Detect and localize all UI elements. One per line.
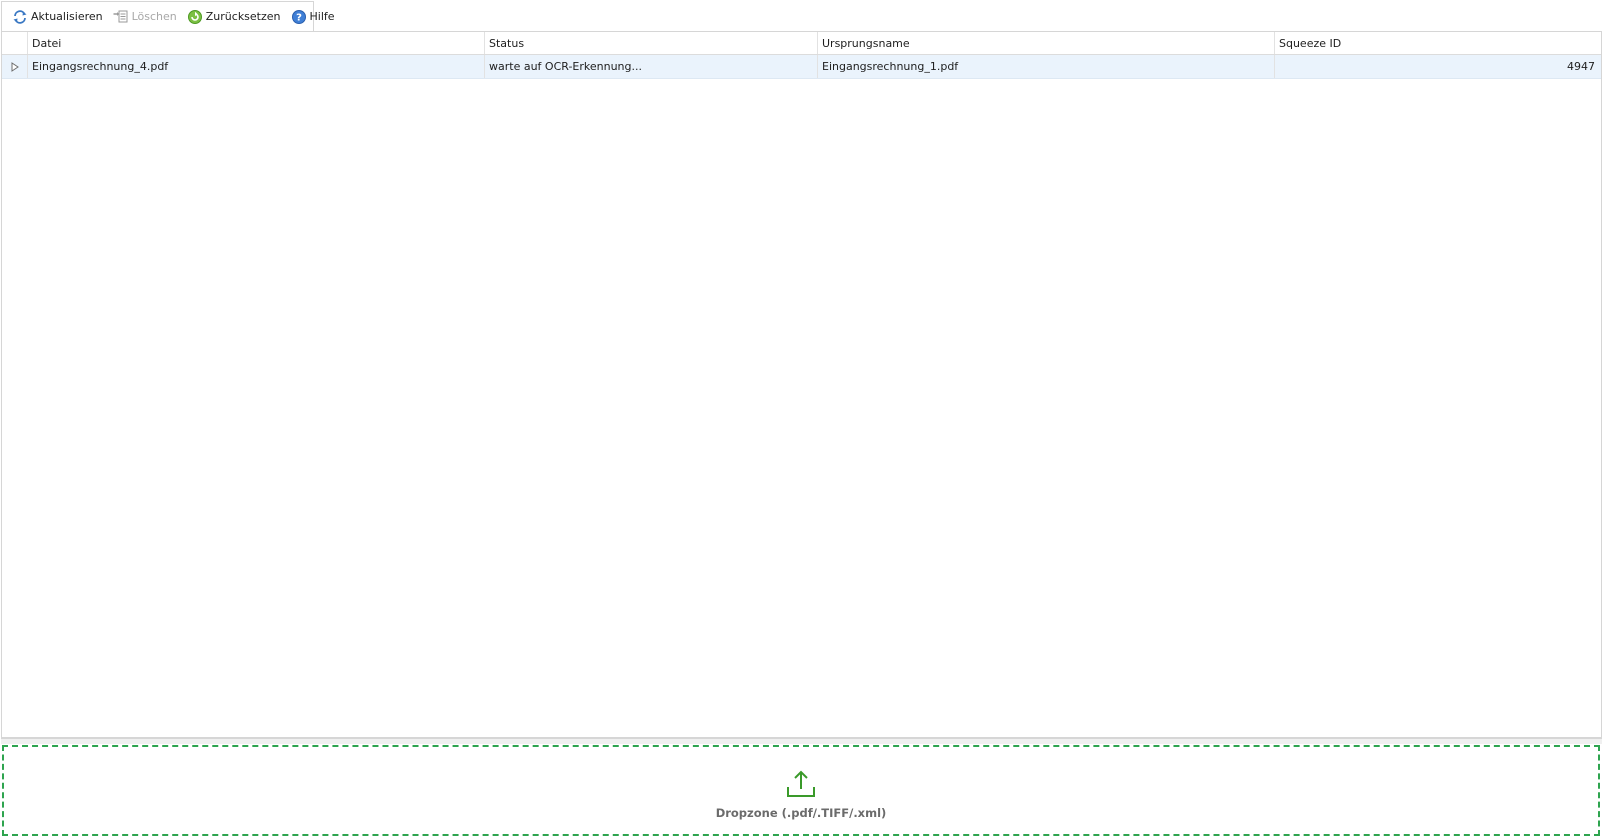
inbox-window: Aktualisieren Löschen Zurücksetzen ? Hil… — [0, 0, 1603, 838]
cell-datei: Eingangsrechnung_4.pdf — [28, 55, 485, 78]
column-header-ursprungsname[interactable]: Ursprungsname — [818, 32, 1275, 54]
panel-splitter[interactable] — [1, 738, 1602, 744]
help-button[interactable]: ? Hilfe — [288, 6, 338, 28]
column-header-squeeze-id[interactable]: Squeeze ID — [1275, 32, 1601, 54]
refresh-icon — [12, 9, 28, 25]
toolbar: Aktualisieren Löschen Zurücksetzen ? Hil… — [1, 1, 335, 31]
delete-label: Löschen — [131, 10, 177, 23]
cell-status: warte auf OCR-Erkennung... — [485, 55, 818, 78]
documents-grid: Datei Status Ursprungsname Squeeze ID Ei… — [1, 31, 1602, 738]
cell-ursprungsname: Eingangsrechnung_1.pdf — [818, 55, 1275, 78]
reset-icon — [187, 9, 203, 25]
dropzone[interactable]: Dropzone (.pdf/.TIFF/.xml) — [2, 745, 1600, 836]
column-header-datei[interactable]: Datei — [28, 32, 485, 54]
grid-header: Datei Status Ursprungsname Squeeze ID — [2, 32, 1601, 55]
upload-icon — [786, 769, 816, 802]
dropzone-label: Dropzone (.pdf/.TIFF/.xml) — [715, 806, 887, 820]
cell-squeeze-id: 4947 — [1567, 60, 1595, 73]
help-label: Hilfe — [309, 10, 335, 23]
svg-text:?: ? — [296, 12, 302, 23]
row-expander-cell[interactable] — [2, 55, 28, 78]
refresh-button[interactable]: Aktualisieren — [9, 6, 106, 28]
table-row[interactable]: Eingangsrechnung_4.pdf warte auf OCR-Erk… — [2, 55, 1601, 79]
reset-label: Zurücksetzen — [205, 10, 281, 23]
delete-icon — [113, 9, 129, 25]
column-header-status[interactable]: Status — [485, 32, 818, 54]
header-expander-cell — [2, 32, 28, 54]
reset-button[interactable]: Zurücksetzen — [184, 6, 284, 28]
delete-button[interactable]: Löschen — [110, 6, 180, 28]
refresh-label: Aktualisieren — [31, 10, 103, 23]
expand-arrow-icon[interactable] — [11, 61, 19, 72]
help-icon: ? — [291, 9, 307, 25]
